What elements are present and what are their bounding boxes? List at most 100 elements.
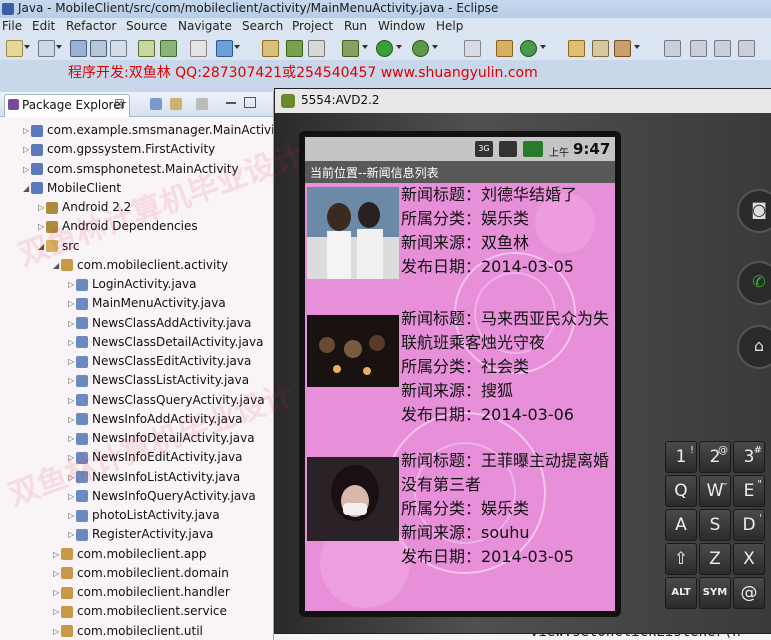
avd-manager-icon[interactable] bbox=[308, 40, 325, 57]
expand-arrow-icon[interactable]: ▷ bbox=[53, 622, 61, 640]
menu-refactor[interactable]: Refactor bbox=[66, 19, 116, 33]
keyboard-key[interactable]: ⇧ bbox=[665, 543, 697, 575]
tree-item[interactable]: ▷ com.mobileclient.app bbox=[53, 545, 207, 564]
expand-arrow-icon[interactable]: ▷ bbox=[53, 564, 61, 583]
keyboard-key[interactable]: SYM bbox=[699, 577, 731, 609]
pen-icon[interactable] bbox=[614, 40, 631, 57]
expand-arrow-icon[interactable]: ▷ bbox=[23, 160, 31, 179]
new-class-icon[interactable] bbox=[520, 40, 537, 57]
close-icon[interactable]: ☒ bbox=[114, 97, 125, 111]
menu-navigate[interactable]: Navigate bbox=[178, 19, 232, 33]
expand-arrow-icon[interactable]: ▷ bbox=[68, 448, 76, 467]
keyboard-key[interactable]: 3 # bbox=[733, 441, 765, 473]
run-icon[interactable] bbox=[376, 40, 393, 57]
tree-item[interactable]: ▷ com.mobileclient.handler bbox=[53, 583, 230, 602]
new-package-icon[interactable] bbox=[496, 40, 513, 57]
build-icon[interactable] bbox=[160, 40, 177, 57]
tree-item[interactable]: ▷ com.mobileclient.domain bbox=[53, 564, 229, 583]
expand-arrow-icon[interactable]: ▷ bbox=[23, 121, 31, 140]
expand-arrow-icon[interactable]: ▷ bbox=[68, 468, 76, 487]
minimize-icon[interactable] bbox=[226, 102, 236, 104]
expand-arrow-icon[interactable]: ▷ bbox=[53, 602, 61, 621]
keyboard-key[interactable]: Q bbox=[665, 475, 697, 507]
tree-item[interactable]: ▷ NewsInfoDetailActivity.java bbox=[68, 429, 255, 448]
view-menu-icon[interactable] bbox=[196, 98, 208, 110]
menu-project[interactable]: Project bbox=[292, 19, 333, 33]
folder-open-icon[interactable] bbox=[262, 40, 279, 57]
print-icon[interactable] bbox=[110, 40, 127, 57]
tree-item[interactable]: ▷ com.smsphonetest.MainActivity bbox=[23, 160, 239, 179]
news-list-item[interactable]: 新闻标题：王菲曝主动提离婚没有第三者 所属分类：娱乐类 新闻来源：souhu 发… bbox=[305, 449, 615, 589]
expand-arrow-icon[interactable]: ▷ bbox=[68, 410, 76, 429]
keyboard-key[interactable]: W ~ bbox=[699, 475, 731, 507]
toggle-mark-icon[interactable] bbox=[464, 40, 481, 57]
expand-arrow-icon[interactable]: ▷ bbox=[53, 545, 61, 564]
expand-arrow-icon[interactable]: ▷ bbox=[68, 429, 76, 448]
task-icon[interactable] bbox=[190, 40, 207, 57]
tree-item[interactable]: ▷ NewsInfoQueryActivity.java bbox=[68, 487, 256, 506]
menu-edit[interactable]: Edit bbox=[32, 19, 55, 33]
menu-help[interactable]: Help bbox=[436, 19, 463, 33]
menu-run[interactable]: Run bbox=[344, 19, 367, 33]
keyboard-key[interactable]: S bbox=[699, 509, 731, 541]
news-list-item[interactable]: 新闻标题：刘德华结婚了 所属分类：娱乐类 新闻来源：双鱼林 发布日期：2014-… bbox=[305, 183, 615, 303]
tree-item[interactable]: ▷ com.mobileclient.util bbox=[53, 622, 203, 640]
next-annotation-icon[interactable] bbox=[664, 40, 681, 57]
expand-arrow-icon[interactable]: ▷ bbox=[68, 506, 76, 525]
prev-annotation-icon[interactable] bbox=[690, 40, 707, 57]
checkbox-icon[interactable] bbox=[216, 40, 233, 57]
tree-item[interactable]: ▷ Android Dependencies bbox=[38, 217, 198, 236]
expand-arrow-icon[interactable]: ▷ bbox=[68, 333, 76, 352]
phone-screen[interactable]: 3G 上午 9:47 当前位置--新闻信息列表 新闻标题：刘德华结婚了 所属分类… bbox=[305, 137, 615, 611]
save-icon[interactable] bbox=[70, 40, 87, 57]
keyboard-key[interactable]: @ bbox=[733, 577, 765, 609]
tree-item[interactable]: ▷ NewsClassEditActivity.java bbox=[68, 352, 251, 371]
tree-item[interactable]: ◢ src bbox=[38, 237, 80, 256]
expand-arrow-icon[interactable]: ▷ bbox=[68, 294, 76, 313]
search-icon[interactable] bbox=[592, 40, 609, 57]
tree-item[interactable]: ▷ NewsInfoEditActivity.java bbox=[68, 448, 243, 467]
keyboard-key[interactable]: E " bbox=[733, 475, 765, 507]
keyboard-key[interactable]: 1! bbox=[665, 441, 697, 473]
collapse-all-icon[interactable] bbox=[150, 98, 162, 110]
expand-arrow-icon[interactable]: ◢ bbox=[38, 237, 46, 256]
tree-item[interactable]: ◢ com.mobileclient.activity bbox=[53, 256, 228, 275]
menu-window[interactable]: Window bbox=[378, 19, 425, 33]
keyboard-key[interactable]: 2 @ bbox=[699, 441, 731, 473]
camera-button[interactable]: ◙ bbox=[737, 189, 771, 233]
keyboard-key[interactable]: A bbox=[665, 509, 697, 541]
expand-arrow-icon[interactable]: ▷ bbox=[38, 217, 46, 236]
expand-arrow-icon[interactable]: ◢ bbox=[23, 179, 31, 198]
tree-item[interactable]: ▷ NewsClassListActivity.java bbox=[68, 371, 249, 390]
new-icon[interactable] bbox=[6, 40, 23, 57]
tree-item[interactable]: ▷ NewsClassAddActivity.java bbox=[68, 314, 251, 333]
tree-item[interactable]: ▷ com.mobileclient.service bbox=[53, 602, 227, 621]
import-icon[interactable] bbox=[138, 40, 155, 57]
expand-arrow-icon[interactable]: ▷ bbox=[68, 391, 76, 410]
expand-arrow-icon[interactable]: ◢ bbox=[53, 256, 61, 275]
tree-item[interactable]: ▷ MainMenuActivity.java bbox=[68, 294, 226, 313]
open-type-icon[interactable] bbox=[568, 40, 585, 57]
expand-arrow-icon[interactable]: ▷ bbox=[68, 314, 76, 333]
tree-item[interactable]: ▷ LoginActivity.java bbox=[68, 275, 197, 294]
expand-arrow-icon[interactable]: ▷ bbox=[68, 371, 76, 390]
android-sdk-icon[interactable] bbox=[286, 40, 303, 57]
menu-file[interactable]: File bbox=[2, 19, 22, 33]
forward-icon[interactable] bbox=[738, 40, 755, 57]
maximize-icon[interactable] bbox=[244, 97, 256, 108]
debug-icon[interactable] bbox=[342, 40, 359, 57]
tree-item[interactable]: ▷ NewsInfoListActivity.java bbox=[68, 468, 240, 487]
link-editor-icon[interactable] bbox=[170, 98, 182, 110]
keyboard-key[interactable]: X bbox=[733, 543, 765, 575]
expand-arrow-icon[interactable]: ▷ bbox=[68, 352, 76, 371]
tree-item[interactable]: ▷ Android 2.2 bbox=[38, 198, 131, 217]
tree-item[interactable]: ▷ RegisterActivity.java bbox=[68, 525, 214, 544]
keyboard-key[interactable]: D ' bbox=[733, 509, 765, 541]
expand-arrow-icon[interactable]: ▷ bbox=[68, 275, 76, 294]
tree-item[interactable]: ▷ NewsClassQueryActivity.java bbox=[68, 391, 265, 410]
expand-arrow-icon[interactable]: ▷ bbox=[68, 525, 76, 544]
menu-source[interactable]: Source bbox=[126, 19, 167, 33]
tree-item[interactable]: ◢ MobileClient bbox=[23, 179, 121, 198]
tree-item[interactable]: ▷ com.example.smsmanager.MainActivity bbox=[23, 121, 273, 140]
back-icon[interactable] bbox=[714, 40, 731, 57]
